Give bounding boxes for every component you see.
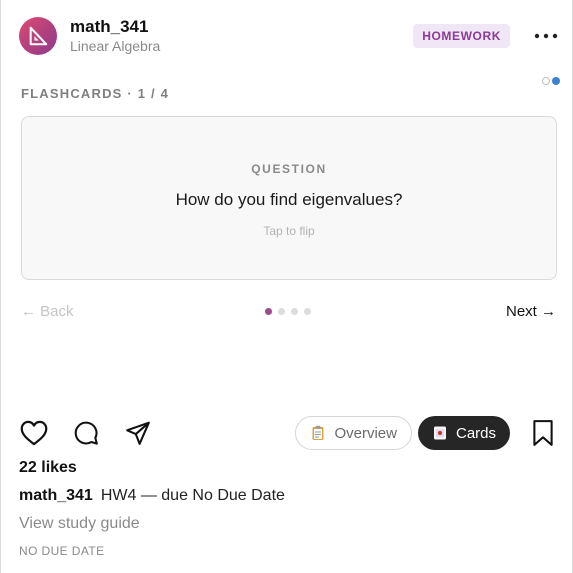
paper-plane-icon: [126, 421, 150, 445]
likes-count[interactable]: 22 likes: [19, 459, 77, 477]
comment-button[interactable]: [71, 418, 101, 448]
action-bar: Overview Cards: [19, 414, 556, 452]
card-navigation: ← Back Next →: [21, 302, 556, 324]
cards-label: Cards: [455, 424, 496, 442]
cards-icon: [432, 425, 448, 441]
share-button[interactable]: [123, 418, 153, 448]
cards-button[interactable]: Cards: [417, 416, 510, 450]
next-button[interactable]: Next →: [506, 302, 556, 322]
identity: math_341 Linear Algebra: [70, 17, 160, 55]
post-header: math_341 Linear Algebra HOMEWORK: [19, 14, 560, 58]
heart-icon: [20, 420, 48, 446]
bookmark-icon: [533, 420, 553, 446]
overview-button[interactable]: Overview: [295, 416, 412, 450]
bookmark-button[interactable]: [530, 418, 556, 448]
more-horizontal-icon: [534, 33, 558, 39]
set-square-icon: [29, 26, 48, 46]
flip-hint: Tap to flip: [263, 224, 315, 238]
page-indicator: [265, 308, 311, 315]
username[interactable]: math_341: [70, 17, 160, 37]
caption-text: HW4 — due No Due Date: [100, 487, 285, 504]
post-card: math_341 Linear Algebra HOMEWORK FLASHCA…: [0, 0, 573, 573]
comment-bubble-icon: [74, 421, 98, 445]
circle-outline-icon[interactable]: [542, 77, 550, 85]
back-button[interactable]: ← Back: [21, 302, 74, 322]
more-options-button[interactable]: [532, 24, 560, 48]
page-dot[interactable]: [278, 308, 285, 315]
page-dot[interactable]: [304, 308, 311, 315]
course-subtitle: Linear Algebra: [70, 38, 161, 54]
caption-username[interactable]: math_341: [19, 487, 93, 504]
page-dot[interactable]: [291, 308, 298, 315]
caption: math_341 HW4 — due No Due Date: [19, 487, 285, 505]
view-toggle[interactable]: [542, 77, 560, 85]
card-kicker: QUESTION: [251, 162, 327, 176]
card-question: How do you find eigenvalues?: [175, 190, 403, 209]
homework-badge: HOMEWORK: [413, 24, 510, 48]
clipboard-icon: [310, 425, 326, 441]
page-dot[interactable]: [265, 308, 272, 315]
like-button[interactable]: [19, 418, 49, 448]
due-date-label: NO DUE DATE: [19, 544, 105, 558]
overview-label: Overview: [334, 424, 397, 442]
flashcards-counter: FLASHCARDS · 1 / 4: [21, 86, 170, 101]
flashcard[interactable]: QUESTION How do you find eigenvalues? Ta…: [21, 116, 557, 280]
view-study-guide-link[interactable]: View study guide: [19, 515, 140, 533]
circle-filled-icon[interactable]: [552, 77, 560, 85]
avatar[interactable]: [19, 17, 57, 55]
